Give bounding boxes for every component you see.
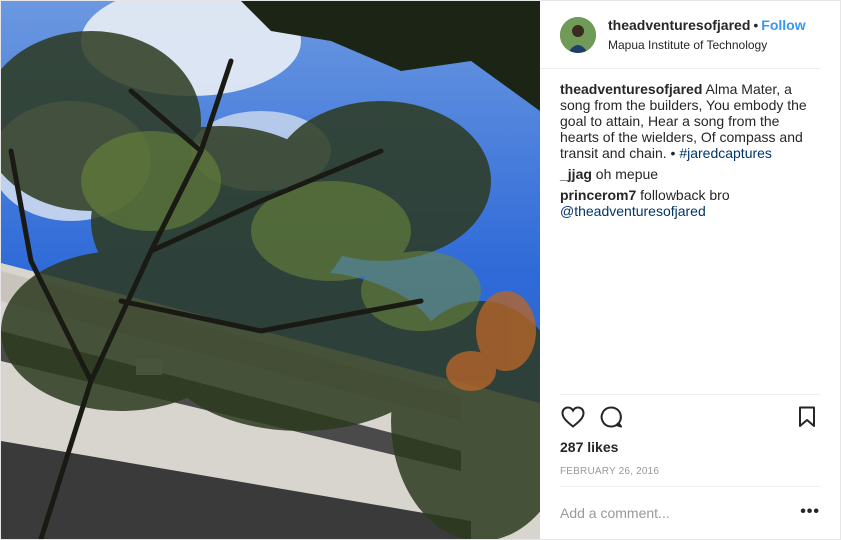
comment-username[interactable]: princerom7 [560, 187, 636, 203]
comment-username[interactable]: _jjag [560, 166, 592, 182]
post-header: theadventuresofjared • Follow Mapua Instit… [540, 1, 820, 69]
instagram-post: theadventuresofjared • Follow Mapua Instit… [0, 0, 841, 540]
action-bar [560, 394, 820, 439]
likes-count[interactable]: 287 likes [540, 439, 840, 455]
header-text: theadventuresofjared • Follow Mapua Instit… [608, 17, 806, 52]
hashtag-link[interactable]: #jaredcaptures [679, 145, 772, 161]
caption: theadventuresofjared Alma Mater, a song … [560, 81, 820, 161]
comment-text: followback bro [640, 187, 730, 203]
list-item: _jjag oh mepue [560, 166, 820, 182]
list-item: princerom7 followback bro @theadventures… [560, 187, 820, 219]
comment-text: oh mepue [595, 166, 659, 182]
add-comment-bar: ••• [560, 486, 820, 539]
post-photo[interactable] [1, 1, 540, 539]
location-link[interactable]: Mapua Institute of Technology [608, 38, 806, 52]
photo-trees-building [1, 1, 540, 539]
heart-icon[interactable] [560, 404, 586, 430]
header-top-line: theadventuresofjared • Follow [608, 17, 806, 34]
comment-input[interactable] [560, 505, 790, 521]
bookmark-icon[interactable] [794, 404, 820, 430]
header-username[interactable]: theadventuresofjared [608, 17, 750, 33]
mention-link[interactable]: @theadventuresofjared [560, 203, 706, 219]
post-sidebar: theadventuresofjared • Follow Mapua Instit… [540, 1, 840, 539]
comment-bubble-icon[interactable] [598, 404, 624, 430]
post-date: FEBRUARY 26, 2016 [560, 466, 660, 477]
comments-list: theadventuresofjared Alma Mater, a song … [540, 69, 840, 394]
avatar[interactable] [560, 16, 596, 53]
header-dot: • [753, 16, 759, 33]
follow-button[interactable]: Follow [761, 17, 805, 33]
more-options-button[interactable]: ••• [800, 503, 820, 521]
caption-username[interactable]: theadventuresofjared [560, 81, 702, 97]
